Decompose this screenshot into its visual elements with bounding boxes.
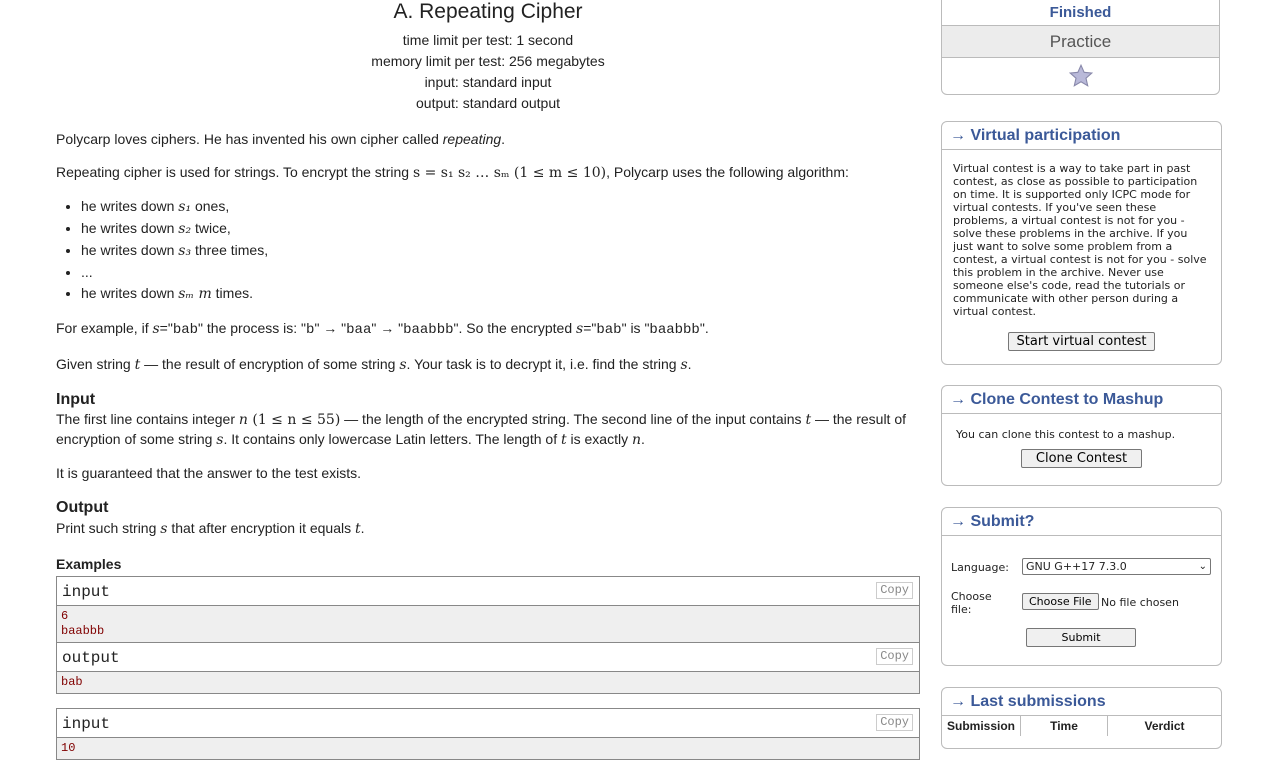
list-item: he writes down sₘ m times.: [81, 283, 920, 305]
example-label: input: [62, 715, 111, 733]
task-paragraph: Given string t — the result of encryptio…: [56, 356, 692, 373]
list-item: he writes down s₂ twice,: [81, 218, 920, 240]
example-output-1: output Copy bab: [56, 642, 920, 694]
clone-description: You can clone this contest to a mashup.: [956, 428, 1176, 441]
choose-file-button[interactable]: Choose File: [1022, 593, 1099, 610]
time-limit: time limit per test: 1 second: [402, 32, 574, 48]
clone-contest-button[interactable]: Clone Contest: [1020, 449, 1143, 468]
input-spec: The first line contains integer n (1 ≤ n…: [56, 411, 907, 448]
example-label: input: [62, 583, 111, 601]
copy-button[interactable]: Copy: [876, 714, 913, 731]
virtual-description: Virtual contest is a way to take part in…: [953, 162, 1207, 318]
language-label: Language:: [951, 561, 1009, 574]
virtual-participation-box: → Virtual participation Virtual contest …: [941, 121, 1222, 365]
formula: s = s₁ s₂ … sₘ (1 ≤ m ≤ 10): [412, 165, 607, 181]
legend-paragraph-1: Polycarp loves ciphers. He has invented …: [56, 131, 506, 147]
problem-statement: A. Repeating Cipher time limit per test:…: [56, 0, 920, 760]
star-icon[interactable]: [1068, 63, 1094, 89]
box-title: → Virtual participation: [942, 122, 1221, 150]
contest-status-box: Finished Practice: [941, 0, 1220, 95]
output-heading: Output: [56, 499, 109, 516]
problem-title: A. Repeating Cipher: [393, 0, 583, 23]
examples-heading: Examples: [56, 556, 122, 572]
input-heading: Input: [56, 391, 96, 408]
input-file: input: standard input: [424, 74, 552, 90]
file-status: No file chosen: [1101, 596, 1179, 609]
example-paragraph: For example, if s="bab" the process is: …: [56, 320, 709, 338]
output-spec: Print such string s that after encryptio…: [56, 520, 365, 537]
list-item: he writes down s₃ three times,: [81, 240, 920, 262]
practice-label[interactable]: Practice: [942, 25, 1219, 57]
algorithm-list: he writes down s₁ ones, he writes down s…: [56, 196, 920, 305]
submit-button[interactable]: Submit: [1026, 628, 1136, 647]
start-virtual-contest-button[interactable]: Start virtual contest: [1007, 332, 1156, 351]
guarantee-text: It is guaranteed that the answer to the …: [56, 465, 362, 481]
problem-header: A. Repeating Cipher time limit per test:…: [56, 0, 920, 114]
column-header: Submission: [942, 716, 1021, 736]
example-input-1: input Copy 6 baabbb: [56, 576, 920, 642]
file-label: Choose file:: [951, 590, 992, 616]
example-input-2: input Copy 10: [56, 708, 920, 760]
memory-limit: memory limit per test: 256 megabytes: [371, 53, 605, 69]
box-title: → Last submissions: [942, 688, 1221, 716]
example-output-content: bab: [57, 672, 919, 693]
list-item: ...: [81, 262, 920, 283]
example-input-content: 10: [57, 738, 919, 759]
copy-button[interactable]: Copy: [876, 648, 913, 665]
copy-button[interactable]: Copy: [876, 582, 913, 599]
language-select[interactable]: GNU G++17 7.3.0 ⌄: [1022, 558, 1211, 575]
clone-contest-box: → Clone Contest to Mashup You can clone …: [941, 385, 1222, 486]
column-header: Verdict: [1144, 719, 1185, 733]
box-title: → Submit?: [942, 508, 1221, 536]
box-title: → Clone Contest to Mashup: [942, 386, 1221, 414]
legend-paragraph-2: Repeating cipher is used for strings. To…: [56, 164, 849, 181]
example-label: output: [62, 649, 120, 667]
contest-status: Finished: [942, 0, 1219, 25]
last-submissions-box: → Last submissions Submission Time Verdi…: [941, 687, 1222, 749]
column-header: Time: [1021, 716, 1108, 736]
list-item: he writes down s₁ ones,: [81, 196, 920, 218]
example-input-content: 6 baabbb: [57, 606, 919, 642]
submissions-table-header: Submission Time Verdict: [942, 716, 1221, 736]
output-file: output: standard output: [416, 95, 560, 111]
submit-box: → Submit? Language: GNU G++17 7.3.0 ⌄ Ch…: [941, 507, 1222, 666]
chevron-down-icon: ⌄: [1198, 561, 1207, 572]
